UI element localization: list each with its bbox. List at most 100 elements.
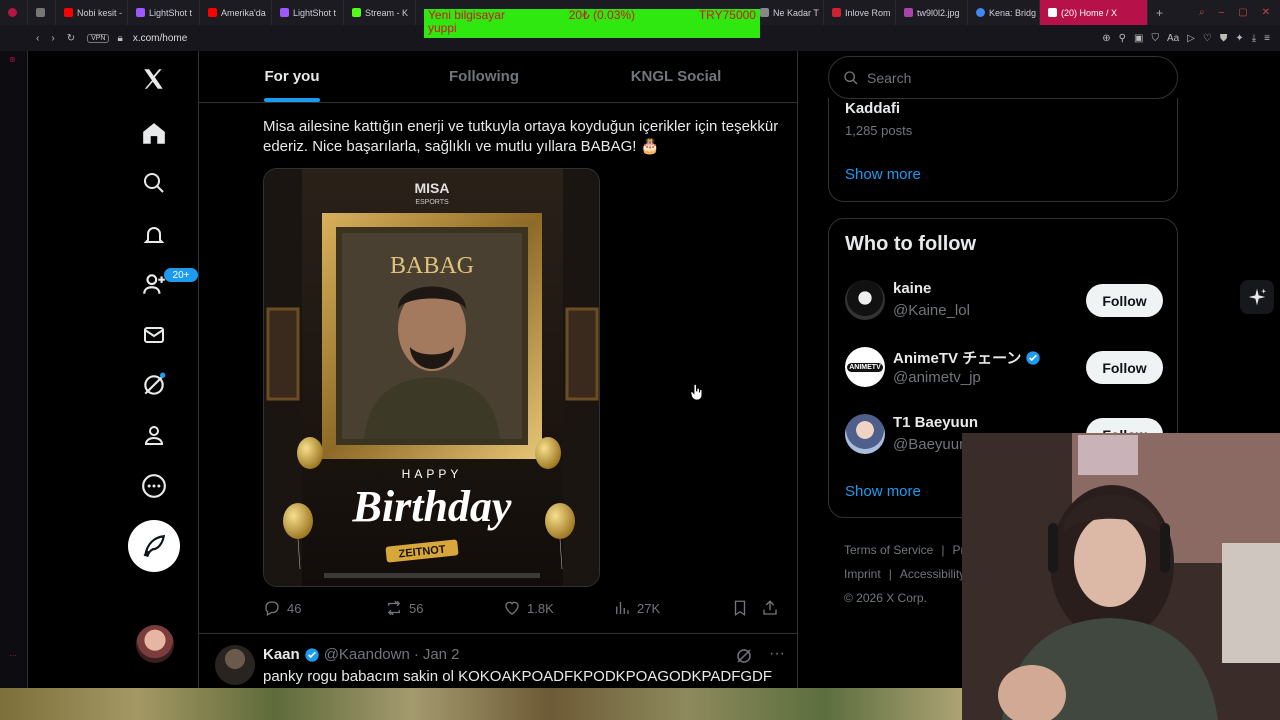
share-icon — [763, 600, 777, 615]
close-icon[interactable]: ✕ — [1262, 7, 1270, 18]
timeline: For you Following KNGL Social Misa ailes… — [198, 51, 798, 720]
who-to-follow-show-more-link[interactable]: Show more — [845, 483, 921, 500]
grok-icon[interactable] — [735, 647, 753, 665]
tabs-icon — [36, 8, 45, 17]
grok-floating-button[interactable] — [1240, 280, 1274, 314]
url-field[interactable]: x.com/home — [133, 33, 187, 44]
opera-logo-icon — [8, 8, 17, 17]
browser-tab[interactable]: Nobi kesit - — [56, 0, 128, 25]
pin-icon[interactable]: ⚲ — [1119, 33, 1126, 44]
search-icon — [844, 70, 858, 84]
user-avatar[interactable]: ANIMETV — [845, 347, 885, 387]
sidebar-settings-icon[interactable]: ⋯ — [9, 651, 19, 661]
adblock-icon[interactable]: ⛊ — [1220, 33, 1228, 44]
tweet-date[interactable]: Jan 2 — [423, 646, 460, 663]
follow-button[interactable]: Follow — [1086, 284, 1163, 317]
suggested-user[interactable]: kaine @Kaine_lol Follow — [845, 278, 1163, 322]
bookmark-button[interactable] — [731, 599, 761, 617]
user-avatar[interactable] — [845, 280, 885, 320]
tab-for-you[interactable]: For you — [199, 51, 385, 102]
follow-icon[interactable] — [140, 270, 168, 298]
more-icon[interactable] — [140, 472, 168, 500]
compose-post-button[interactable] — [128, 520, 180, 572]
follow-button[interactable]: Follow — [1086, 351, 1163, 384]
suggested-user[interactable]: ANIMETV AnimeTV チェーン @animetv_jp Follow — [845, 345, 1163, 389]
browser-tab[interactable]: Kena: Bridg — [968, 0, 1040, 25]
browser-tab[interactable]: Amerika'da — [200, 0, 272, 25]
tweet-image[interactable]: BABAG MISA ESPORTS HAPPY Birthday ZEITNO… — [263, 168, 600, 587]
home-icon[interactable] — [140, 120, 168, 148]
grok-icon[interactable] — [140, 371, 168, 399]
image-text-birthday: Birthday — [352, 482, 512, 531]
reload-icon[interactable]: ↻ — [67, 33, 75, 44]
terms-link[interactable]: Terms of Service — [844, 543, 933, 557]
extensions-icon[interactable]: ✦ — [1235, 33, 1243, 44]
repost-button[interactable]: 56 — [385, 599, 503, 617]
share-button[interactable] — [761, 599, 779, 617]
snapshot-icon[interactable]: ▣ — [1134, 33, 1143, 44]
game-footage-strip — [0, 688, 962, 720]
new-tab-button[interactable]: + — [1148, 6, 1171, 20]
zoom-icon[interactable]: ⊕ — [1102, 33, 1110, 44]
profile-icon[interactable] — [140, 421, 168, 449]
tweet-author-avatar[interactable] — [215, 645, 255, 685]
kick-icon — [352, 8, 361, 17]
user-handle: @Baeyuun — [893, 436, 968, 453]
messenger-icon[interactable]: ⊛ — [9, 55, 19, 65]
user-name[interactable]: AnimeTV チェーン — [893, 347, 1041, 368]
reply-icon — [265, 601, 279, 616]
menu-icon[interactable]: ≡ — [1264, 33, 1270, 44]
tweet-separator: · — [413, 646, 419, 663]
accessibility-link[interactable]: Accessibility — [900, 567, 965, 581]
heart-icon[interactable]: ♡ — [1203, 33, 1212, 44]
tweet-author-handle[interactable]: @Kaandown — [324, 646, 410, 663]
tab-following[interactable]: Following — [385, 51, 583, 102]
browser-tab[interactable]: tw9l0l2.jpg — [896, 0, 968, 25]
user-name[interactable]: T1 Baeyuun — [893, 414, 978, 431]
search-tabs-icon[interactable]: ⌕ — [1199, 7, 1205, 18]
maximize-icon[interactable]: ▢ — [1238, 7, 1247, 18]
search-icon[interactable] — [140, 169, 168, 197]
lightshot-icon — [136, 8, 145, 17]
reply-button[interactable]: 46 — [263, 599, 385, 617]
download-icon[interactable]: ⤓ — [1252, 33, 1256, 44]
trend-name[interactable]: Kaddafi — [845, 100, 900, 117]
browser-tab[interactable] — [0, 0, 28, 25]
more-options-icon[interactable]: ··· — [769, 646, 785, 665]
forward-icon[interactable]: › — [51, 33, 54, 44]
translate-icon[interactable]: Aa — [1167, 33, 1179, 44]
user-name[interactable]: kaine — [893, 280, 931, 297]
browser-tab[interactable]: Inlove Rom — [824, 0, 896, 25]
tweet-tools: ··· — [735, 646, 785, 665]
window-controls: ⌕ – ▢ ✕ — [1199, 7, 1280, 18]
tweet-text: panky rogu babacım sakin ol KOKOAKPOADFK… — [263, 668, 773, 685]
browser-tab[interactable]: Ne Kadar T — [752, 0, 824, 25]
imprint-link[interactable]: Imprint — [844, 567, 881, 581]
like-button[interactable]: 1.8K — [503, 599, 613, 617]
tab-kngl-social[interactable]: KNGL Social — [583, 51, 769, 102]
browser-tab[interactable]: LightShot t — [128, 0, 200, 25]
back-icon[interactable]: ‹ — [36, 33, 39, 44]
browser-tab[interactable] — [28, 0, 56, 25]
shield-icon[interactable]: ⛉ — [1151, 33, 1159, 44]
messages-icon[interactable] — [140, 321, 168, 349]
trends-show-more-link[interactable]: Show more — [845, 166, 921, 183]
account-avatar[interactable] — [136, 625, 174, 663]
notifications-icon[interactable] — [140, 221, 168, 249]
notifications-badge: 20+ — [163, 267, 199, 283]
browser-tab[interactable]: Stream - K — [344, 0, 416, 25]
play-icon[interactable]: ▷ — [1187, 33, 1195, 44]
analytics-icon — [616, 602, 629, 614]
donation-goal-total: TRY75000 — [698, 8, 756, 22]
browser-tab-active[interactable]: (20) Home / X — [1040, 0, 1148, 25]
browser-tab[interactable]: LightShot t — [272, 0, 344, 25]
user-avatar[interactable] — [845, 414, 885, 454]
tweet-author-name[interactable]: Kaan — [263, 646, 300, 663]
search-input[interactable]: Search — [828, 56, 1178, 99]
x-logo-icon[interactable] — [140, 65, 168, 93]
vpn-badge[interactable]: VPN — [87, 33, 110, 43]
minimize-icon[interactable]: – — [1219, 7, 1225, 18]
footer-separator: | — [888, 567, 892, 581]
views-button[interactable]: 27K — [613, 599, 731, 617]
bookmark-icon — [734, 600, 746, 617]
